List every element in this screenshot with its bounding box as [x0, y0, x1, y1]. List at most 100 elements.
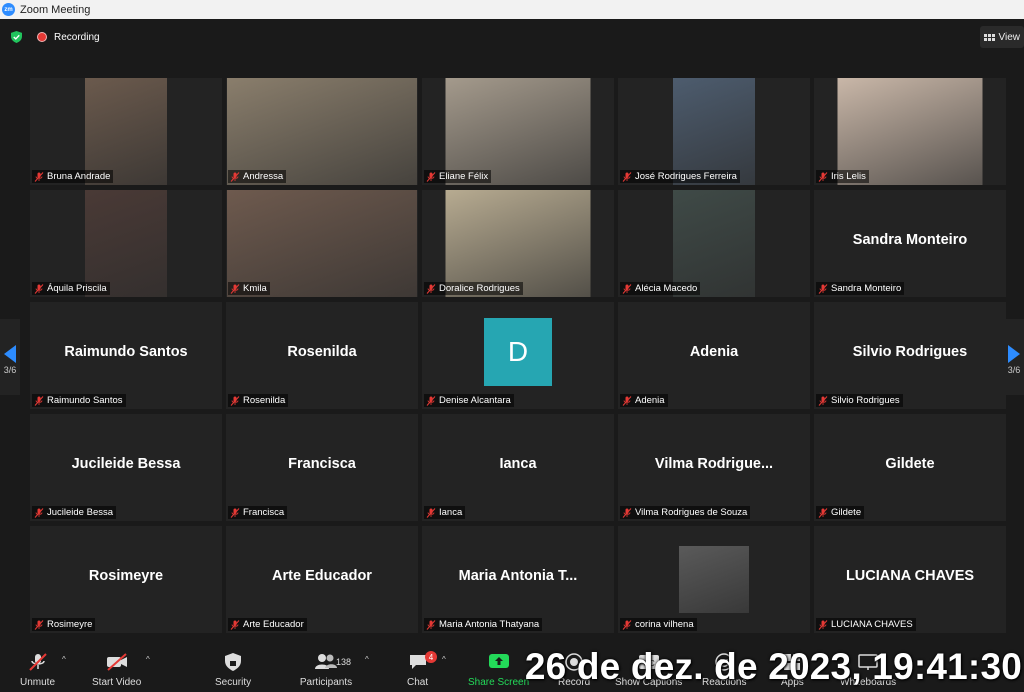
- participant-display-name: Gildete: [885, 456, 935, 472]
- share-screen-label: Share Screen: [468, 677, 530, 688]
- participant-name-tag: Eliane Félix: [424, 170, 492, 183]
- participant-name: Ianca: [439, 507, 463, 518]
- participant-tile[interactable]: Alécia Macedo: [618, 190, 810, 297]
- participant-display-name: LUCIANA CHAVES: [845, 568, 975, 584]
- mic-muted-icon: [426, 395, 436, 406]
- participant-tile[interactable]: Bruna Andrade: [30, 78, 222, 185]
- security-shield-icon: [225, 653, 242, 671]
- participant-name-tag: Arte Educador: [228, 618, 307, 631]
- participant-tile[interactable]: Eliane Félix: [422, 78, 614, 185]
- participant-name: Vilma Rodrigues de Souza: [635, 507, 748, 518]
- participant-tile[interactable]: Ianca Ianca: [422, 414, 614, 521]
- participant-tile[interactable]: José Rodrigues Ferreira: [618, 78, 810, 185]
- mic-muted-icon: [230, 507, 240, 518]
- participant-name-tag: Bruna Andrade: [32, 170, 114, 183]
- participant-name: Eliane Félix: [439, 171, 489, 182]
- participant-video: [679, 546, 749, 613]
- participant-display-name: Sandra Monteiro: [852, 232, 968, 248]
- participant-name: Iris Lelis: [831, 171, 866, 182]
- participants-caret-icon[interactable]: ^: [365, 655, 369, 664]
- participant-name-tag: Denise Alcantara: [424, 394, 514, 407]
- participant-name-tag: Áquila Priscila: [32, 282, 110, 295]
- mic-muted-icon: [622, 395, 632, 406]
- participant-tile[interactable]: Andressa: [226, 78, 418, 185]
- participant-tile[interactable]: Rosimeyre Rosimeyre: [30, 526, 222, 633]
- participant-tile[interactable]: Iris Lelis: [814, 78, 1006, 185]
- participants-button[interactable]: 138 Participants: [296, 653, 356, 688]
- participant-tile[interactable]: corina vilhena: [618, 526, 810, 633]
- share-screen-button[interactable]: Share Screen: [468, 653, 529, 688]
- start-video-button[interactable]: Start Video: [92, 653, 141, 688]
- chat-caret-icon[interactable]: ^: [442, 655, 446, 664]
- participant-name: Gildete: [831, 507, 862, 518]
- grid-view-icon: [983, 33, 995, 41]
- participant-tile[interactable]: Kmila: [226, 190, 418, 297]
- participant-tile[interactable]: Áquila Priscila: [30, 190, 222, 297]
- participant-tile[interactable]: Jucileide Bessa Jucileide Bessa: [30, 414, 222, 521]
- participant-name: Denise Alcantara: [439, 395, 511, 406]
- participant-tile[interactable]: Gildete Gildete: [814, 414, 1006, 521]
- recording-label[interactable]: Recording: [54, 32, 100, 43]
- participant-tile[interactable]: Francisca Francisca: [226, 414, 418, 521]
- mic-muted-icon: [818, 283, 828, 294]
- participant-display-name: Adenia: [689, 344, 739, 360]
- participant-display-name: Raimundo Santos: [64, 344, 188, 360]
- mic-muted-icon: [34, 283, 44, 294]
- view-button[interactable]: View: [979, 26, 1024, 48]
- participant-tile[interactable]: D Denise Alcantara: [422, 302, 614, 409]
- shield-check-icon[interactable]: [11, 31, 22, 43]
- participant-name: Rosimeyre: [47, 619, 93, 630]
- mic-muted-icon: [34, 507, 44, 518]
- window-title: Zoom Meeting: [20, 3, 91, 16]
- next-page-button[interactable]: 3/6: [1004, 319, 1024, 395]
- arrow-left-icon: [4, 345, 16, 363]
- recording-dot-icon: [37, 32, 47, 42]
- participant-name-tag: Maria Antonia Thatyana: [424, 618, 543, 631]
- mic-muted-icon: [622, 619, 632, 630]
- participant-display-name: Jucileide Bessa: [71, 456, 181, 472]
- participant-tile[interactable]: Silvio Rodrigues Silvio Rodrigues: [814, 302, 1006, 409]
- participant-tile[interactable]: Doralice Rodrigues: [422, 190, 614, 297]
- chat-label: Chat: [407, 677, 429, 688]
- participant-tile[interactable]: Raimundo Santos Raimundo Santos: [30, 302, 222, 409]
- unmute-button[interactable]: Unmute: [20, 653, 55, 688]
- participant-name-tag: Vilma Rodrigues de Souza: [620, 506, 751, 519]
- participant-name-tag: Raimundo Santos: [32, 394, 126, 407]
- participant-tile[interactable]: Vilma Rodrigue... Vilma Rodrigues de Sou…: [618, 414, 810, 521]
- participant-name: Alécia Macedo: [635, 283, 698, 294]
- mic-muted-icon: [230, 283, 240, 294]
- participant-name-tag: Adenia: [620, 394, 668, 407]
- meeting-status-bar: Recording View: [0, 19, 1024, 55]
- previous-page-button[interactable]: 3/6: [0, 319, 20, 395]
- security-button[interactable]: Security: [215, 653, 251, 688]
- chat-unread-badge: 4: [425, 651, 437, 663]
- start-video-label: Start Video: [92, 677, 142, 688]
- participant-name: Raimundo Santos: [47, 395, 123, 406]
- participant-name-tag: Alécia Macedo: [620, 282, 701, 295]
- participant-tile[interactable]: Adenia Adenia: [618, 302, 810, 409]
- zoom-logo-icon: zm: [2, 3, 15, 16]
- participant-tile[interactable]: LUCIANA CHAVES LUCIANA CHAVES: [814, 526, 1006, 633]
- participant-video: [445, 190, 591, 297]
- participants-label: Participants: [299, 677, 353, 688]
- participant-name: Sandra Monteiro: [831, 283, 902, 294]
- audio-options-caret-icon[interactable]: ^: [62, 655, 66, 664]
- participant-display-name: Rosenilda: [287, 344, 357, 360]
- mic-muted-icon: [622, 507, 632, 518]
- page-indicator-right: 3/6: [1007, 365, 1021, 375]
- video-options-caret-icon[interactable]: ^: [146, 655, 150, 664]
- participant-tile[interactable]: Rosenilda Rosenilda: [226, 302, 418, 409]
- mic-muted-icon: [426, 619, 436, 630]
- mic-muted-icon: [28, 653, 47, 671]
- participant-tile[interactable]: Sandra Monteiro Sandra Monteiro: [814, 190, 1006, 297]
- security-label: Security: [215, 677, 252, 688]
- participant-name: Arte Educador: [243, 619, 304, 630]
- participant-name: Rosenilda: [243, 395, 286, 406]
- participant-name-tag: Doralice Rodrigues: [424, 282, 523, 295]
- mic-muted-icon: [818, 507, 828, 518]
- participant-tile[interactable]: Arte Educador Arte Educador: [226, 526, 418, 633]
- mic-muted-icon: [622, 283, 632, 294]
- participant-tile[interactable]: Maria Antonia T... Maria Antonia Thatyan…: [422, 526, 614, 633]
- participant-name: Áquila Priscila: [47, 283, 107, 294]
- chat-button[interactable]: 4 Chat: [407, 651, 437, 688]
